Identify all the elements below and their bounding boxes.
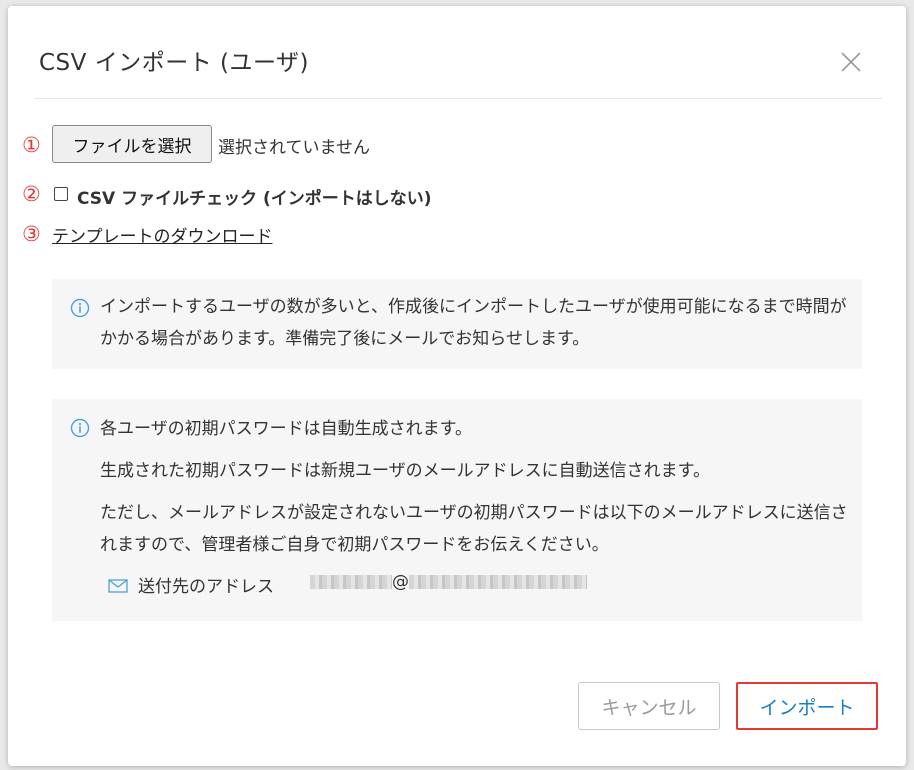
password-notice-line1: 各ユーザの初期パスワードは自動生成されます。 (100, 419, 472, 439)
choose-file-button[interactable]: ファイルを選択 (52, 125, 212, 163)
large-import-notice-text: インポートするユーザの数が多いと、作成後にインポートしたユーザが使用可能になるま… (100, 297, 847, 349)
address-at-sign: @ (392, 572, 409, 592)
csv-check-label[interactable]: CSV ファイルチェック (インポートはしない) (77, 184, 432, 209)
info-icon (70, 418, 90, 438)
redacted-text (409, 575, 587, 589)
dialog-header: CSV インポート (ユーザ) (34, 6, 882, 99)
close-icon (841, 52, 861, 72)
step-number-1: ① (22, 133, 41, 157)
dialog-title: CSV インポート (ユーザ) (39, 50, 310, 76)
password-notice: 各ユーザの初期パスワードは自動生成されます。 生成された初期パスワードは新規ユー… (52, 399, 862, 621)
password-notice-line2: 生成された初期パスワードは新規ユーザのメールアドレスに自動送信されます。 (100, 461, 710, 481)
large-import-notice: インポートするユーザの数が多いと、作成後にインポートしたユーザが使用可能になるま… (52, 279, 862, 369)
recipient-address-label: 送付先のアドレス (138, 577, 274, 597)
recipient-address-value: @ (310, 572, 587, 592)
step-number-2: ② (22, 182, 41, 206)
close-button[interactable] (840, 51, 862, 73)
csv-import-dialog: CSV インポート (ユーザ) ① ファイルを選択 選択されていません ② CS… (8, 6, 906, 766)
cancel-button[interactable]: キャンセル (578, 682, 720, 730)
step-number-3: ③ (22, 222, 41, 246)
password-notice-line3: ただし、メールアドレスが設定されないユーザの初期パスワードは以下のメールアドレス… (100, 503, 848, 555)
redacted-text (310, 575, 392, 589)
import-button[interactable]: インポート (736, 682, 878, 730)
envelope-icon (108, 579, 128, 593)
template-download-link[interactable]: テンプレートのダウンロード (52, 222, 273, 247)
file-status-text: 選択されていません (218, 138, 370, 158)
info-icon (70, 298, 90, 318)
csv-check-checkbox[interactable] (54, 187, 68, 201)
